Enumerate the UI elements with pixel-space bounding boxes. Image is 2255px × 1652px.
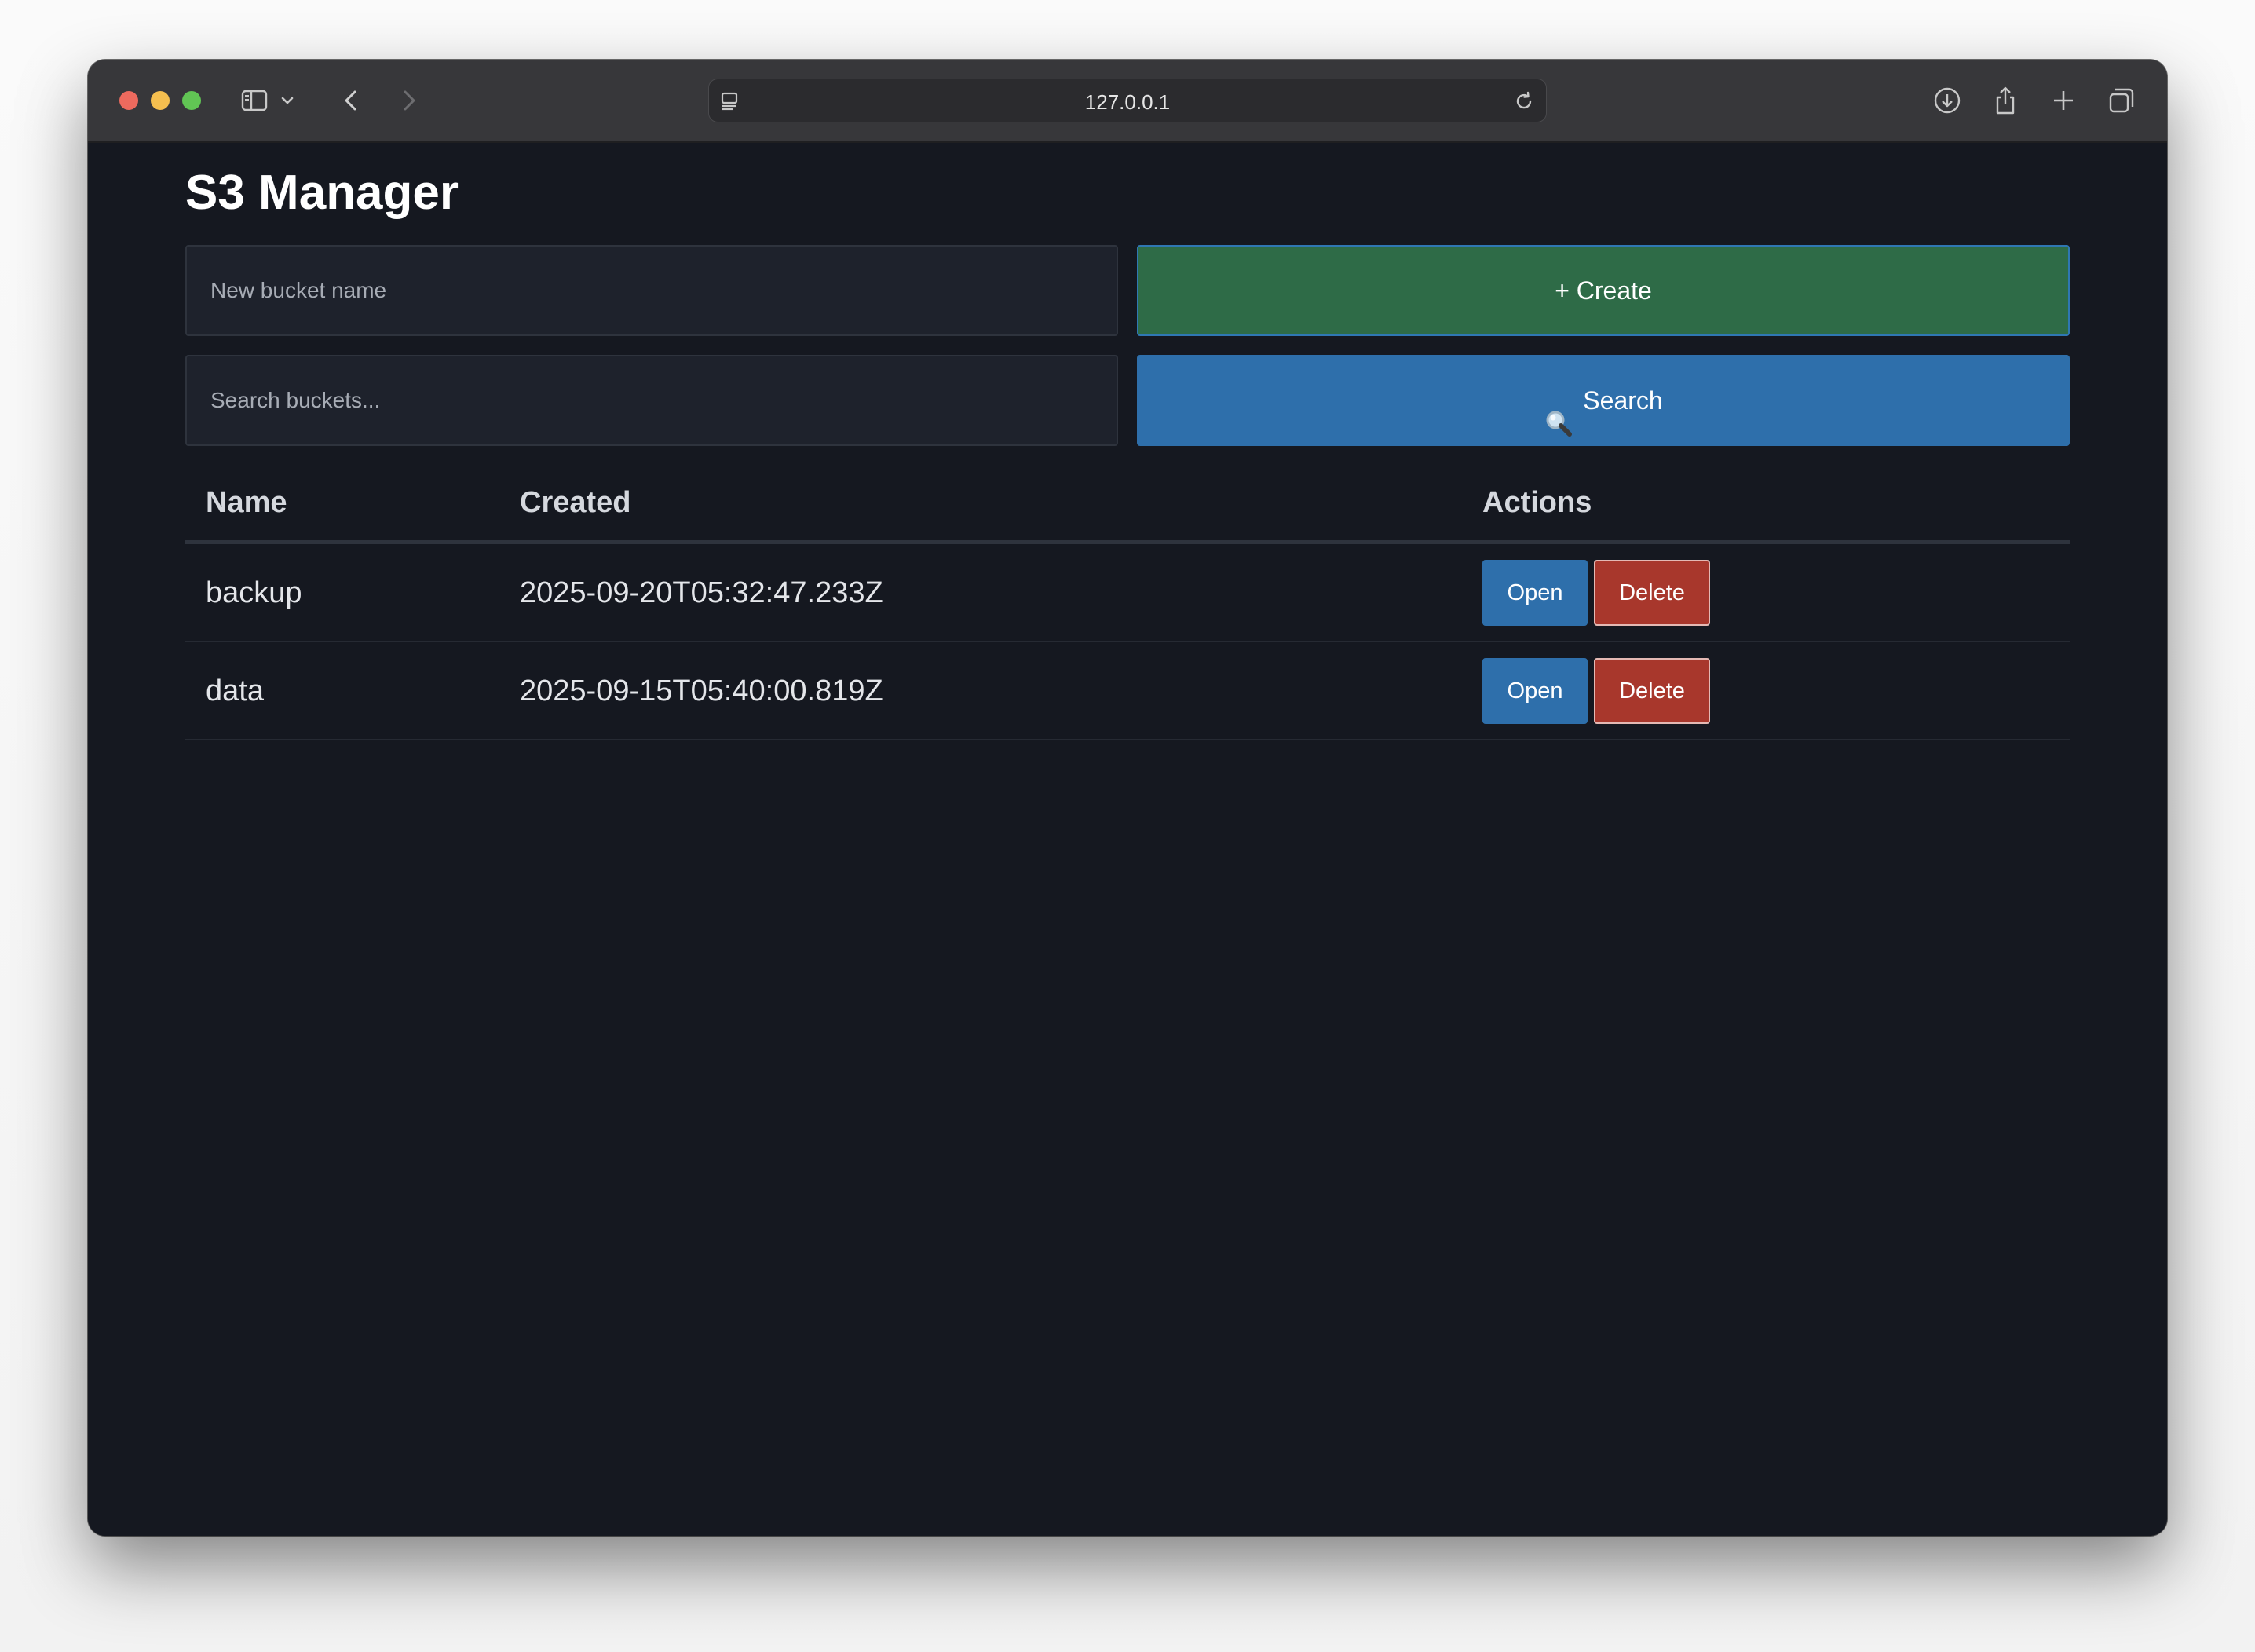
search-buckets-input[interactable] xyxy=(185,355,1118,446)
forward-arrow-icon[interactable] xyxy=(391,83,426,118)
bucket-created-cell: 2025-09-15T05:40:00.819Z xyxy=(520,674,883,707)
chevron-down-icon[interactable] xyxy=(276,83,298,118)
column-header-created[interactable]: Created xyxy=(520,484,631,521)
table-row: backup 2025-09-20T05:32:47.233Z Open Del… xyxy=(185,544,2070,642)
browser-window: 127.0.0.1 S3 Manager + Create xyxy=(88,60,2167,1536)
back-arrow-icon[interactable] xyxy=(334,83,369,118)
column-header-actions: Actions xyxy=(1482,486,1592,519)
buckets-table: Name Created Actions backup 2025-09-20T0… xyxy=(185,465,2070,740)
column-header-name[interactable]: Name xyxy=(206,484,287,521)
bucket-created-cell: 2025-09-20T05:32:47.233Z xyxy=(520,576,883,609)
browser-toolbar: 127.0.0.1 xyxy=(88,60,2167,143)
new-tab-icon[interactable] xyxy=(2046,83,2081,118)
share-icon[interactable] xyxy=(1988,83,2023,118)
search-button[interactable]: Search xyxy=(1137,355,2070,446)
zoom-window-button[interactable] xyxy=(182,91,201,110)
minimize-window-button[interactable] xyxy=(151,91,170,110)
desktop-backdrop: 127.0.0.1 S3 Manager + Create xyxy=(0,0,2255,1652)
magnifier-icon xyxy=(1544,386,1573,437)
table-row: data 2025-09-15T05:40:00.819Z Open Delet… xyxy=(185,642,2070,740)
close-window-button[interactable] xyxy=(119,91,138,110)
url-text: 127.0.0.1 xyxy=(1084,90,1171,114)
address-bar[interactable]: 127.0.0.1 xyxy=(708,79,1547,122)
delete-bucket-button[interactable]: Delete xyxy=(1594,658,1710,724)
search-button-label: Search xyxy=(1583,386,1663,415)
open-bucket-button[interactable]: Open xyxy=(1482,658,1588,724)
reload-icon[interactable] xyxy=(1511,89,1537,114)
delete-bucket-button[interactable]: Delete xyxy=(1594,560,1710,626)
table-header: Name Created Actions xyxy=(185,465,2070,544)
new-bucket-name-input[interactable] xyxy=(185,245,1118,336)
create-bucket-button[interactable]: + Create xyxy=(1137,245,2070,336)
open-bucket-button[interactable]: Open xyxy=(1482,560,1588,626)
bucket-name-cell: data xyxy=(206,674,264,707)
page-title: S3 Manager xyxy=(185,166,459,220)
tab-overview-icon[interactable] xyxy=(2104,83,2139,118)
downloads-icon[interactable] xyxy=(1930,83,1964,118)
page-content: S3 Manager + Create Search Name Created … xyxy=(88,143,2167,1536)
sidebar-toggle-icon[interactable] xyxy=(237,83,272,118)
bucket-name-cell: backup xyxy=(206,576,302,609)
